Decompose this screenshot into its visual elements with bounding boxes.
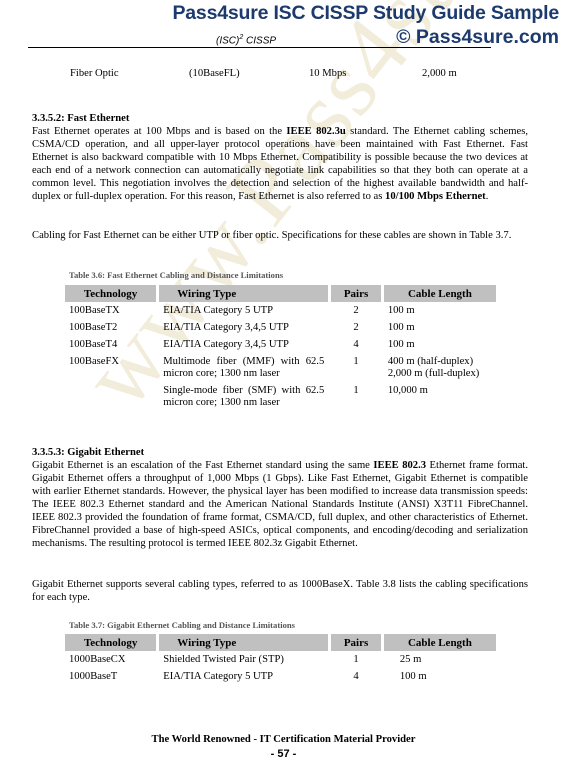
cell: 10,000 m [387, 385, 428, 396]
table-row: 1000BaseT EIA/TIA Category 5 UTP 4 100 m [65, 668, 496, 685]
text: Fast Ethernet operates at 100 Mbps and i… [32, 126, 287, 137]
table-row: 1000BaseCX Shielded Twisted Pair (STP) 1 25… [65, 651, 496, 668]
table-row: 100BaseT2 EIA/TIA Category 3,4,5 UTP 2 100 … [65, 319, 496, 336]
cell: Multimode fiber (MMF) with 62.5 micron c… [163, 356, 325, 379]
cell: 1 [353, 385, 359, 396]
cell: 2 [353, 322, 359, 333]
section-gigabit-ethernet: 3.3.5.3: Gigabit Ethernet Gigabit Ethern… [32, 446, 528, 550]
cell: 4 [353, 671, 359, 682]
cell: Single-mode fiber (SMF) with 62.5 micron… [163, 385, 325, 408]
fiber-length: 2,000 m [422, 68, 457, 79]
cell: 25 m [399, 654, 422, 665]
brand-site: © Pass4sure.com [396, 26, 559, 48]
table-header-row: Technology Wiring Type Pairs Cable Lengt… [65, 285, 496, 302]
brand-title: Pass4sure ISC CISSP Study Guide Sample [172, 2, 559, 24]
cell: 100 m [399, 671, 427, 682]
cell: 100BaseT2 [69, 322, 118, 333]
cell: EIA/TIA Category 5 UTP [163, 671, 274, 682]
cell: 400 m (half-duplex) 2,000 m (full-duplex) [384, 353, 496, 382]
cell: 1000BaseT [69, 671, 118, 682]
footer-tagline: The World Renowned - IT Certification Ma… [151, 734, 416, 745]
cell: 100 m [387, 339, 415, 350]
cell: EIA/TIA Category 5 UTP [163, 305, 273, 316]
cell: 100 m [387, 305, 415, 316]
text: Gigabit Ethernet is an escalation of the… [32, 460, 374, 471]
table-caption: Table 3.7: Gigabit Ethernet Cabling and … [69, 620, 296, 630]
column-header: Technology [65, 634, 157, 651]
cell-line: 400 m (half-duplex) [387, 356, 474, 367]
section-heading: 3.3.5.2: Fast Ethernet [32, 113, 130, 124]
running-head-main: (ISC) [216, 35, 240, 47]
cell: 1 [353, 356, 359, 367]
column-header: Pairs [331, 634, 381, 651]
cell: 4 [353, 339, 359, 350]
running-head-tail: CISSP [243, 35, 277, 47]
column-header: Technology [65, 285, 157, 302]
cell: 2 [353, 305, 359, 316]
fiber-standard: (10BaseFL) [189, 68, 240, 79]
table-caption: Table 3.6: Fast Ethernet Cabling and Dis… [69, 270, 284, 280]
column-header: Wiring Type [159, 285, 329, 302]
cell: EIA/TIA Category 3,4,5 UTP [163, 339, 289, 350]
running-head: (ISC)2 CISSP [216, 34, 276, 46]
table-row: Single-mode fiber (SMF) with 62.5 micron… [65, 382, 496, 411]
section-heading: 3.3.5.3: Gigabit Ethernet [32, 447, 145, 458]
column-header: Wiring Type [159, 634, 329, 651]
fiber-type: Fiber Optic [70, 68, 119, 79]
paragraph: Gigabit Ethernet supports several cablin… [32, 579, 528, 603]
cell: 100BaseT4 [69, 339, 118, 350]
cell: 100BaseFX [69, 356, 120, 367]
text-bold: 10/100 Mbps Ethernet [385, 191, 486, 202]
text: . [485, 191, 489, 202]
paragraph: Cabling for Fast Ethernet can be either … [32, 230, 512, 241]
table-row: 100BaseTX EIA/TIA Category 5 UTP 2 100 m [65, 302, 496, 319]
cell: 100 m [387, 322, 415, 333]
text-bold: IEEE 802.3 [373, 460, 427, 471]
fiber-speed: 10 Mbps [309, 68, 347, 79]
gigabit-ethernet-table: Technology Wiring Type Pairs Cable Lengt… [62, 634, 499, 685]
header-rule [28, 47, 491, 48]
table-row: 100BaseFX Multimode fiber (MMF) with 62.5… [65, 353, 496, 382]
paragraph: Gigabit Ethernet is an escalation of the… [32, 459, 528, 550]
cell: Shielded Twisted Pair (STP) [163, 654, 284, 665]
table-header-row: Technology Wiring Type Pairs Cable Lengt… [65, 634, 496, 651]
cell-line: 2,000 m (full-duplex) [387, 368, 480, 379]
page-number: - 57 - [270, 748, 297, 760]
cell [65, 382, 156, 411]
section-fast-ethernet: 3.3.5.2: Fast Ethernet Fast Ethernet ope… [32, 112, 528, 203]
text: Ethernet frame format. Gigabit Ethernet … [32, 460, 529, 549]
cell: 1000BaseCX [69, 654, 126, 665]
cell: 1 [353, 654, 359, 665]
column-header: Cable Length [383, 285, 496, 302]
text-bold: IEEE 802.3u [286, 126, 346, 137]
paragraph: Fast Ethernet operates at 100 Mbps and i… [32, 125, 528, 203]
cell: 100BaseTX [69, 305, 120, 316]
column-header: Pairs [331, 285, 381, 302]
fast-ethernet-table: Technology Wiring Type Pairs Cable Lengt… [62, 285, 499, 411]
column-header: Cable Length [383, 634, 496, 651]
table-row: 100BaseT4 EIA/TIA Category 3,4,5 UTP 4 100 … [65, 336, 496, 353]
cell: EIA/TIA Category 3,4,5 UTP [163, 322, 289, 333]
